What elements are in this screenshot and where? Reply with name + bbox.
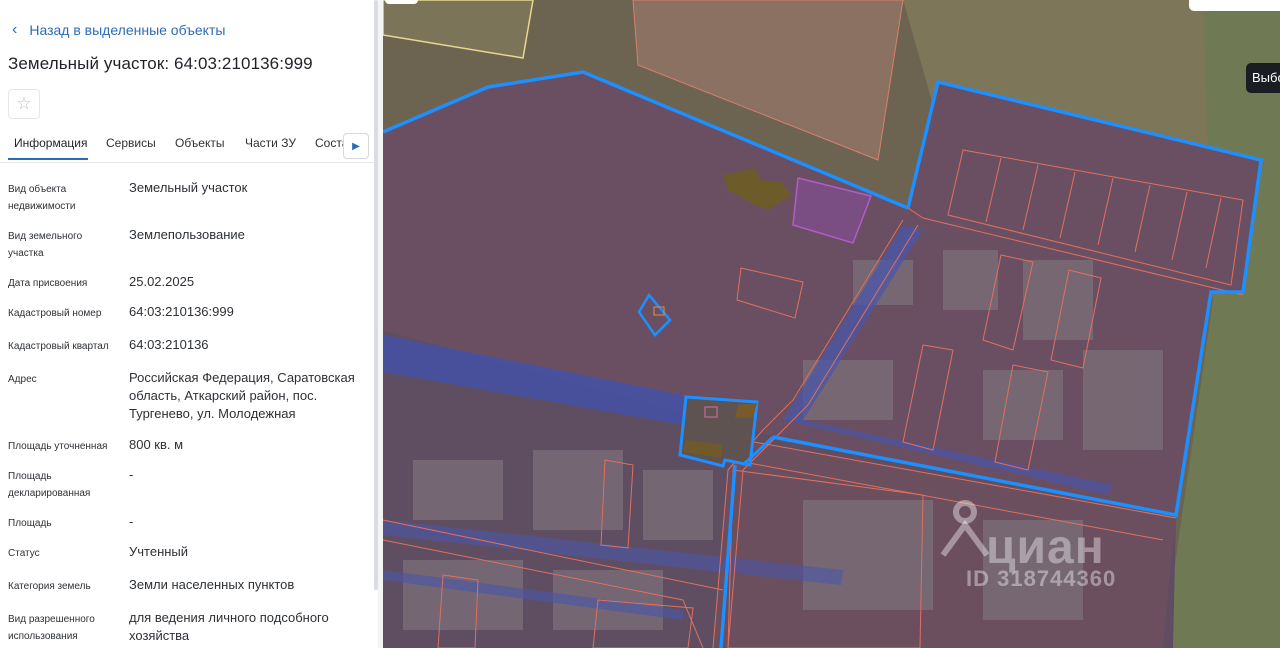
field-value: Земельный участок xyxy=(129,180,248,195)
back-link[interactable]: ‹ Назад в выделенные объекты xyxy=(12,21,226,39)
field-value: Российская Федерация, Саратовская област… xyxy=(129,370,355,421)
map-control-button[interactable] xyxy=(385,0,418,4)
cadastral-map[interactable] xyxy=(383,0,1280,648)
field-value: Землепользование xyxy=(129,227,245,242)
field-label: Площадь декларированная xyxy=(8,471,91,499)
field-label: Площадь xyxy=(8,518,52,529)
field-label: Категория земель xyxy=(8,581,91,592)
tab-services[interactable]: Сервисы xyxy=(106,136,156,150)
field-value: Учтенный xyxy=(129,544,189,559)
map-search-box[interactable] xyxy=(1189,0,1280,11)
field-value: 64:03:210136:999 xyxy=(129,304,234,319)
map-view[interactable]: циан ID 318744360 xyxy=(383,0,1280,648)
field-label: Дата присвоения xyxy=(8,278,88,289)
field-value: Земли населенных пунктов xyxy=(129,577,295,592)
field-value: 64:03:210136 xyxy=(129,337,209,352)
field-value: 800 кв. м xyxy=(129,437,184,452)
field-value: 25.02.2025 xyxy=(129,274,195,289)
star-outline-icon: ☆ xyxy=(16,94,32,113)
page-title: Земельный участок: 64:03:210136:999 xyxy=(8,54,313,73)
tab-bar: Информация Сервисы Объекты Части ЗУ Сост… xyxy=(0,128,376,163)
field-label: Вид земельного участка xyxy=(8,231,83,259)
tab-information[interactable]: Информация xyxy=(14,136,87,150)
back-link-label: Назад в выделенные объекты xyxy=(29,22,226,38)
active-tab-indicator xyxy=(8,158,88,160)
watermark-id: ID 318744360 xyxy=(966,566,1117,591)
field-label: Площадь уточненная xyxy=(8,441,108,452)
field-value: - xyxy=(129,467,134,482)
tab-parts[interactable]: Части ЗУ xyxy=(245,136,296,150)
info-panel: ‹ Назад в выделенные объекты Земельный у… xyxy=(0,0,376,648)
tab-objects[interactable]: Объекты xyxy=(175,136,225,150)
favorite-button[interactable]: ☆ xyxy=(8,89,40,119)
chevron-right-icon: ▶ xyxy=(352,140,360,152)
field-label: Вид разрешенного использования xyxy=(8,614,95,642)
field-label: Кадастровый квартал xyxy=(8,341,109,352)
field-value: для ведения личного подсобного хозяйства xyxy=(129,610,329,643)
field-value: - xyxy=(129,514,134,529)
field-label: Кадастровый номер xyxy=(8,308,102,319)
field-label: Статус xyxy=(8,548,40,559)
field-label: Адрес xyxy=(8,374,37,385)
field-label: Вид объекта недвижимости xyxy=(8,184,76,212)
select-button[interactable]: Выбо xyxy=(1246,63,1280,93)
tabs-scroll-right-button[interactable]: ▶ xyxy=(343,133,369,159)
chevron-left-icon: ‹ xyxy=(12,21,18,38)
